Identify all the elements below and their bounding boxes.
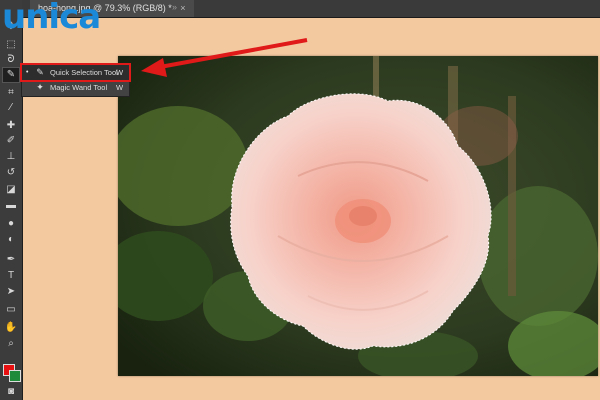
brush-icon[interactable]: ✐ — [3, 134, 19, 148]
gradient-icon[interactable]: ▬ — [3, 199, 19, 213]
dodge-icon[interactable]: ◐ — [3, 233, 19, 247]
flyout-item-label: Magic Wand Tool — [50, 83, 108, 92]
quick-selection-icon: ✎ — [36, 67, 44, 77]
magic-wand-icon: ✦ — [36, 82, 44, 92]
flyout-item-quick-selection[interactable]: • ✎ Quick Selection Tool W — [20, 63, 131, 82]
document-tab-bar: hoa-hong.jpg @ 79.3% (RGB/8) * × » — [22, 0, 600, 18]
clone-stamp-icon[interactable]: ⊥ — [3, 150, 19, 164]
rectangle-icon[interactable]: ▭ — [3, 303, 19, 317]
eyedropper-icon[interactable]: ⁄ — [3, 101, 19, 115]
flyout-item-shortcut: W — [116, 83, 124, 92]
close-icon[interactable]: × — [180, 3, 185, 13]
zoom-icon[interactable]: ⌕ — [3, 337, 19, 351]
healing-brush-icon[interactable]: ✚ — [3, 119, 19, 133]
lasso-icon[interactable]: ᘐ — [3, 53, 19, 67]
type-icon[interactable]: T — [3, 269, 19, 283]
tab-overflow-icon[interactable]: » — [172, 2, 177, 12]
selected-bullet-icon: • — [26, 69, 29, 76]
background-color-swatch[interactable] — [9, 370, 21, 382]
flyout-item-magic-wand[interactable]: ✦ Magic Wand Tool W — [22, 80, 129, 95]
selection-tool-flyout: • ✎ Quick Selection Tool W ✦ Magic Wand … — [20, 63, 131, 97]
unica-logo: unica — [2, 0, 101, 37]
marquee-icon[interactable]: ⬚ — [3, 38, 19, 52]
quick-selection-icon[interactable]: ✎ — [2, 67, 20, 83]
pen-icon[interactable]: ✒ — [3, 253, 19, 267]
history-brush-icon[interactable]: ↺ — [3, 166, 19, 180]
hand-icon[interactable]: ✋ — [3, 321, 19, 335]
quick-mask-icon[interactable]: ◙ — [3, 385, 19, 399]
flyout-item-label: Quick Selection Tool — [50, 68, 118, 77]
rose-photo[interactable] — [118, 56, 598, 376]
flyout-item-shortcut: W — [116, 68, 124, 77]
path-selection-icon[interactable]: ➤ — [3, 285, 19, 299]
tools-panel: ✥ ⬚ ᘐ ✎ ⌗ ⁄ ✚ ✐ ⊥ ↺ ◪ ▬ ● ◐ ✒ T ➤ ▭ ✋ ⌕ … — [0, 0, 23, 400]
crop-icon[interactable]: ⌗ — [3, 86, 19, 100]
blur-icon[interactable]: ● — [3, 217, 19, 231]
eraser-icon[interactable]: ◪ — [3, 183, 19, 197]
